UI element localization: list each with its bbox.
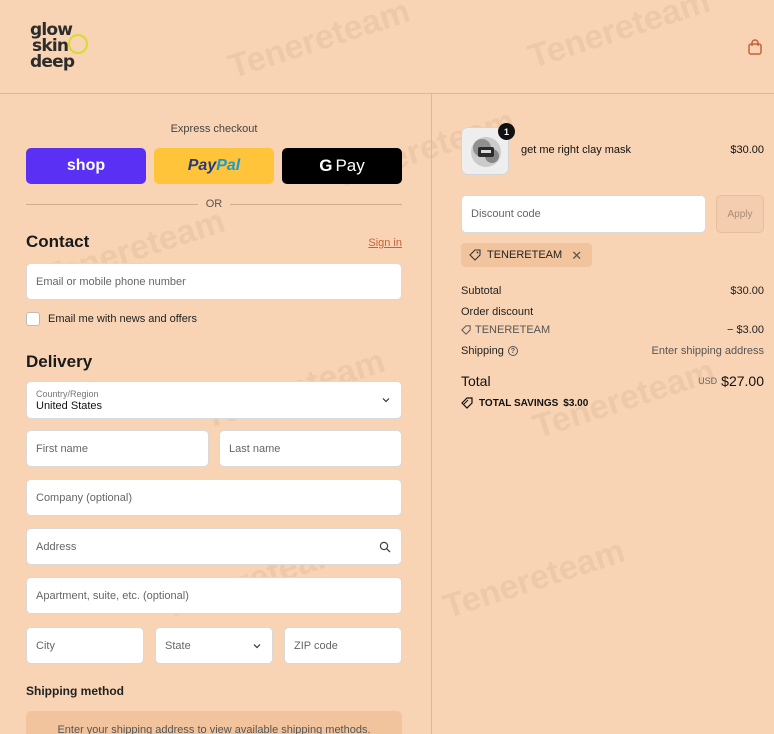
brand-logo[interactable]: glow skin deep — [30, 22, 88, 72]
paypal-label: Pal — [216, 157, 241, 174]
google-pay-button[interactable]: G Pay — [282, 148, 402, 184]
shop-pay-button[interactable]: shop — [26, 148, 146, 184]
newsletter-checkbox[interactable] — [26, 312, 40, 326]
contact-title: Contact — [26, 232, 90, 251]
search-icon — [379, 541, 391, 552]
paypal-label: Pay — [187, 157, 217, 174]
tag-icon — [469, 249, 481, 261]
delivery-title: Delivery — [26, 352, 93, 371]
address-placeholder: Address — [36, 540, 77, 553]
state-placeholder: State — [165, 639, 191, 652]
country-label: Country/Region — [36, 388, 99, 399]
chevron-down-icon — [382, 398, 390, 403]
shipping-method-notice: Enter your shipping address to view avai… — [26, 711, 402, 734]
city-field[interactable]: City — [26, 627, 144, 664]
shopping-bag-icon[interactable] — [747, 39, 763, 55]
shipping-method-title: Shipping method — [26, 684, 124, 698]
info-icon[interactable]: ? — [507, 346, 518, 356]
country-select[interactable]: Country/Region United States — [26, 381, 402, 419]
last-name-placeholder: Last name — [229, 442, 281, 455]
header: glow skin deep — [0, 0, 774, 94]
paypal-button[interactable]: Pay Pal — [154, 148, 274, 184]
discount-code-input[interactable]: Discount code — [461, 195, 706, 233]
express-checkout-title: Express checkout — [170, 123, 258, 135]
remove-discount-icon[interactable]: ✕ — [571, 249, 582, 262]
shipping-row: Shipping? — [461, 345, 518, 357]
apartment-field[interactable]: Apartment, suite, etc. (optional) — [26, 577, 402, 614]
total-label: Total — [461, 373, 491, 389]
currency-code: USD — [698, 376, 718, 386]
newsletter-label: Email me with news and offers — [48, 313, 197, 325]
company-field[interactable]: Company (optional) — [26, 479, 402, 516]
applied-discount-tag: TENERETEAM ✕ — [461, 243, 593, 267]
city-placeholder: City — [36, 639, 55, 652]
tag-icon — [461, 397, 473, 409]
zip-placeholder: ZIP code — [294, 639, 338, 652]
watermark: Tenereteam — [438, 531, 630, 627]
shop-pay-label: shop — [66, 157, 106, 174]
quantity-badge: 1 — [498, 123, 515, 140]
discount-value: − $3.00 — [726, 324, 764, 336]
first-name-placeholder: First name — [36, 442, 88, 455]
total-savings: TOTAL SAVINGS $3.00 — [461, 397, 588, 409]
email-field[interactable]: Email or mobile phone number — [26, 263, 402, 300]
subtotal-label: Subtotal — [461, 285, 502, 297]
first-name-field[interactable]: First name — [26, 430, 209, 467]
applied-code-label: TENERETEAM — [487, 249, 563, 261]
total-value: USD $27.00 — [698, 373, 764, 389]
apartment-placeholder: Apartment, suite, etc. (optional) — [36, 589, 189, 602]
state-select[interactable]: State — [155, 627, 273, 664]
zip-field[interactable]: ZIP code — [284, 627, 402, 664]
google-g-icon: G — [319, 156, 333, 175]
discount-placeholder: Discount code — [471, 208, 541, 220]
or-divider-label: OR — [205, 198, 223, 210]
address-field[interactable]: Address — [26, 528, 402, 565]
product-name: get me right clay mask — [521, 144, 632, 156]
discount-code-label: TENERETEAM — [475, 324, 551, 336]
apply-discount-button[interactable]: Apply — [716, 195, 764, 233]
google-pay-label: Pay — [335, 156, 365, 175]
subtotal-value: $30.00 — [730, 285, 764, 297]
discount-code-row: TENERETEAM — [461, 324, 550, 336]
chevron-down-icon — [253, 643, 261, 648]
logo-text: deep — [30, 52, 75, 72]
sign-in-link[interactable]: Sign in — [368, 237, 402, 249]
last-name-field[interactable]: Last name — [219, 430, 402, 467]
savings-label: TOTAL SAVINGS — [479, 397, 559, 409]
savings-value: $3.00 — [563, 397, 589, 409]
shipping-value: Enter shipping address — [651, 345, 764, 357]
checkout-form: Express checkout shop Pay Pal G Pay OR Con… — [0, 94, 432, 734]
tag-icon — [461, 325, 471, 335]
company-placeholder: Company (optional) — [36, 491, 132, 504]
country-value: United States — [36, 399, 103, 412]
email-placeholder: Email or mobile phone number — [36, 275, 186, 288]
product-price: $30.00 — [730, 144, 764, 156]
total-amount: $27.00 — [721, 373, 764, 389]
order-discount-label: Order discount — [461, 306, 534, 318]
shipping-label: Shipping — [461, 345, 504, 357]
